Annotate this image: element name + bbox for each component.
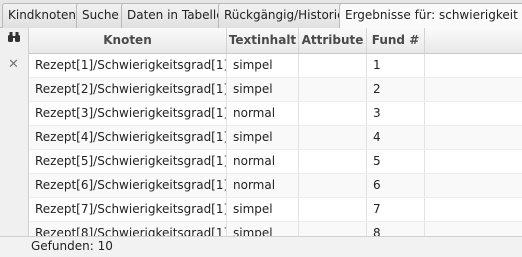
status-bar: Gefunden: 10 [0, 236, 522, 257]
cell-knoten: Rezept[3]/Schwierigkeitsgrad[1] [29, 102, 227, 125]
cell-knoten: Rezept[7]/Schwierigkeitsgrad[1] [29, 198, 227, 221]
cell-textinhalt: simpel [227, 198, 299, 221]
cell-attribute [299, 222, 367, 236]
cell-textinhalt: simpel [227, 126, 299, 149]
cell-filler [425, 222, 522, 236]
cell-fund: 1 [367, 54, 425, 77]
column-header-filler [425, 28, 522, 53]
cell-filler [425, 126, 522, 149]
cell-filler [425, 150, 522, 173]
cell-attribute [299, 54, 367, 77]
cell-filler [425, 102, 522, 125]
cell-filler [425, 54, 522, 77]
cell-textinhalt: simpel [227, 78, 299, 101]
cell-fund: 5 [367, 150, 425, 173]
table-row[interactable]: Rezept[5]/Schwierigkeitsgrad[1] normal 5 [29, 150, 522, 174]
cell-textinhalt: simpel [227, 54, 299, 77]
found-count: Gefunden: 10 [31, 239, 113, 253]
tab-label: Kindknoten [8, 8, 77, 22]
column-header-knoten[interactable]: Knoten [29, 28, 227, 53]
cell-textinhalt: normal [227, 102, 299, 125]
cell-attribute [299, 150, 367, 173]
tab-ergebnisse[interactable]: Ergebnisse für: schwierigkeit✕ [339, 3, 522, 29]
cell-attribute [299, 126, 367, 149]
tab-label: Suche [82, 8, 119, 22]
cell-knoten: Rezept[4]/Schwierigkeitsgrad[1] [29, 126, 227, 149]
results-table: Knoten Textinhalt Attribute Fund # Rezep… [29, 28, 522, 236]
cell-textinhalt: normal [227, 150, 299, 173]
cell-fund: 2 [367, 78, 425, 101]
tab-label: Daten in Tabelle [127, 8, 224, 22]
cell-fund: 8 [367, 222, 425, 236]
cell-attribute [299, 198, 367, 221]
column-header-attribute[interactable]: Attribute [299, 28, 367, 53]
cell-fund: 3 [367, 102, 425, 125]
cell-filler [425, 198, 522, 221]
cell-textinhalt: simpel [227, 222, 299, 236]
table-header: Knoten Textinhalt Attribute Fund # [29, 28, 522, 54]
table-row[interactable]: Rezept[8]/Schwierigkeitsgrad[1] simpel 8 [29, 222, 522, 236]
tab-label: Ergebnisse für: schwierigkeit [345, 8, 518, 22]
table-row[interactable]: Rezept[4]/Schwierigkeitsgrad[1] simpel 4 [29, 126, 522, 150]
tab-label: Rückgängig/Historie [224, 8, 345, 22]
cell-fund: 4 [367, 126, 425, 149]
table-row[interactable]: Rezept[3]/Schwierigkeitsgrad[1] normal 3 [29, 102, 522, 126]
cell-knoten: Rezept[6]/Schwierigkeitsgrad[1] [29, 174, 227, 197]
cell-knoten: Rezept[1]/Schwierigkeitsgrad[1] [29, 54, 227, 77]
binoculars-icon[interactable] [7, 31, 21, 43]
tab-bar: Kindknoten Suche Daten in Tabelle Rückgä… [0, 0, 522, 29]
cell-attribute [299, 174, 367, 197]
cell-textinhalt: normal [227, 174, 299, 197]
table-row[interactable]: Rezept[6]/Schwierigkeitsgrad[1] normal 6 [29, 174, 522, 198]
column-header-textinhalt[interactable]: Textinhalt [227, 28, 299, 53]
cell-knoten: Rezept[8]/Schwierigkeitsgrad[1] [29, 222, 227, 236]
table-row[interactable]: Rezept[7]/Schwierigkeitsgrad[1] simpel 7 [29, 198, 522, 222]
cell-fund: 7 [367, 198, 425, 221]
cell-filler [425, 174, 522, 197]
cell-fund: 6 [367, 174, 425, 197]
table-row[interactable]: Rezept[1]/Schwierigkeitsgrad[1] simpel 1 [29, 54, 522, 78]
clear-results-icon[interactable]: ✕ [8, 58, 19, 72]
tab-daten-in-tabelle[interactable]: Daten in Tabelle [121, 3, 230, 28]
tab-suche[interactable]: Suche [76, 3, 125, 28]
results-toolbar: ✕ [0, 28, 29, 236]
cell-attribute [299, 102, 367, 125]
tab-rueckgaengig-historie[interactable]: Rückgängig/Historie [218, 3, 351, 28]
cell-knoten: Rezept[5]/Schwierigkeitsgrad[1] [29, 150, 227, 173]
cell-attribute [299, 78, 367, 101]
cell-filler [425, 78, 522, 101]
table-row[interactable]: Rezept[2]/Schwierigkeitsgrad[1] simpel 2 [29, 78, 522, 102]
column-header-fund[interactable]: Fund # [367, 28, 425, 53]
cell-knoten: Rezept[2]/Schwierigkeitsgrad[1] [29, 78, 227, 101]
tab-kindknoten[interactable]: Kindknoten [2, 3, 83, 28]
